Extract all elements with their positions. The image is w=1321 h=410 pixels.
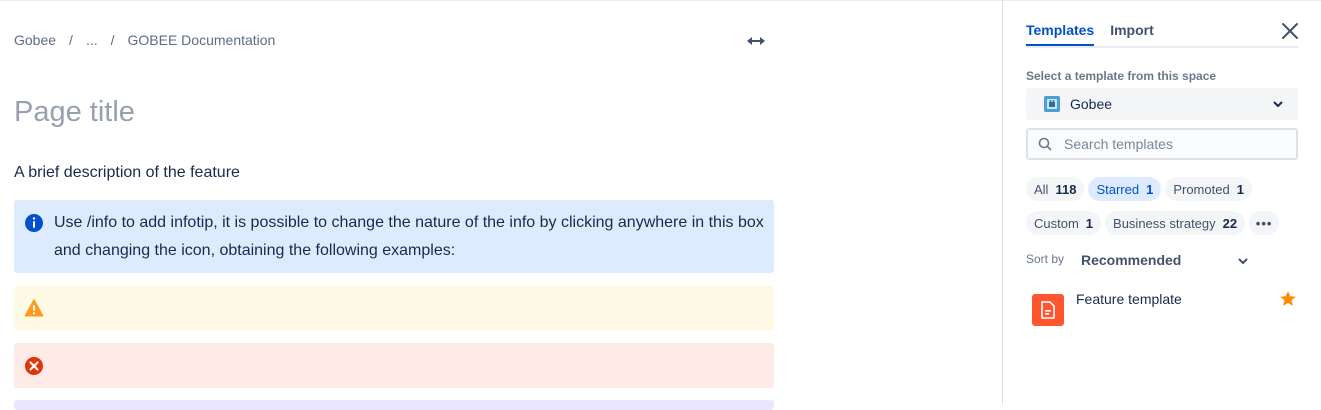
close-sidebar-button[interactable] xyxy=(1280,21,1300,41)
star-icon[interactable] xyxy=(1279,290,1297,313)
chevron-down-icon xyxy=(1238,258,1248,264)
template-list-item[interactable]: Feature template xyxy=(1026,288,1306,332)
sort-select-value: Recommended xyxy=(1081,252,1182,268)
error-panel[interactable] xyxy=(14,343,774,388)
page-title-placeholder[interactable]: Page title xyxy=(14,96,135,129)
chip-label: Business strategy xyxy=(1113,215,1216,231)
templates-sidebar: Templates Import Select a template from … xyxy=(1003,0,1321,405)
breadcrumb-space[interactable]: Gobee xyxy=(14,32,56,48)
filter-chip-starred[interactable]: Starred 1 xyxy=(1088,177,1162,201)
warning-panel[interactable] xyxy=(14,285,774,331)
info-panel[interactable]: Use /info to add infotip, it is possible… xyxy=(14,200,774,273)
note-panel[interactable] xyxy=(14,400,774,410)
tab-import[interactable]: Import xyxy=(1110,22,1154,46)
info-panel-text[interactable]: Use /info to add infotip, it is possible… xyxy=(54,209,764,265)
template-name: Feature template xyxy=(1076,291,1182,307)
document-icon xyxy=(1032,294,1064,326)
warning-icon xyxy=(24,298,44,323)
chevron-down-icon xyxy=(1273,101,1283,107)
tab-templates[interactable]: Templates xyxy=(1026,22,1095,46)
breadcrumb: Gobee / ... / GOBEE Documentation xyxy=(14,32,275,48)
chip-count: 1 xyxy=(1146,181,1154,197)
tabs-underline xyxy=(1026,46,1298,48)
breadcrumb-separator: / xyxy=(110,32,115,48)
breadcrumb-parent-page[interactable]: GOBEE Documentation xyxy=(128,32,276,48)
template-filter-chips: All 118 Starred 1 Promoted 1 Custom 1 Bu… xyxy=(1026,177,1306,245)
sort-by-label: Sort by xyxy=(1026,252,1065,266)
filter-chip-all[interactable]: All 118 xyxy=(1026,177,1085,201)
editor-area: Gobee / ... / GOBEE Documentation Page t… xyxy=(0,0,1003,410)
space-select-value: Gobee xyxy=(1070,96,1113,112)
chip-count: 1 xyxy=(1085,215,1094,231)
filter-chip-business-strategy[interactable]: Business strategy 22 xyxy=(1105,211,1246,235)
sort-select[interactable]: Recommended xyxy=(1081,249,1253,271)
breadcrumb-separator: / xyxy=(69,32,73,48)
expand-arrows-icon xyxy=(747,37,765,45)
chip-count: 22 xyxy=(1222,215,1238,231)
space-select-label: Select a template from this space xyxy=(1026,69,1217,83)
chip-label: Custom xyxy=(1034,215,1079,231)
close-icon xyxy=(1282,23,1298,39)
more-filters-button[interactable]: ••• xyxy=(1249,211,1280,235)
chip-label: Starred xyxy=(1096,181,1140,197)
template-search xyxy=(1026,128,1298,160)
info-icon xyxy=(24,213,44,238)
space-avatar-icon xyxy=(1044,96,1060,112)
space-select[interactable]: Gobee xyxy=(1026,88,1298,120)
search-templates-input[interactable] xyxy=(1064,136,1284,152)
feature-description[interactable]: A brief description of the feature xyxy=(14,164,240,182)
chip-count: 118 xyxy=(1055,181,1077,197)
chip-count: 1 xyxy=(1236,181,1244,197)
filter-chip-promoted[interactable]: Promoted 1 xyxy=(1165,177,1252,201)
full-width-toggle-button[interactable] xyxy=(744,32,768,50)
search-icon xyxy=(1038,137,1052,151)
sidebar-tabs: Templates Import xyxy=(1026,22,1154,46)
error-icon xyxy=(24,356,44,381)
filter-chip-custom[interactable]: Custom 1 xyxy=(1026,211,1102,235)
breadcrumb-ellipsis[interactable]: ... xyxy=(86,32,98,48)
chip-label: Promoted xyxy=(1173,181,1230,197)
chip-label: All xyxy=(1034,181,1049,197)
